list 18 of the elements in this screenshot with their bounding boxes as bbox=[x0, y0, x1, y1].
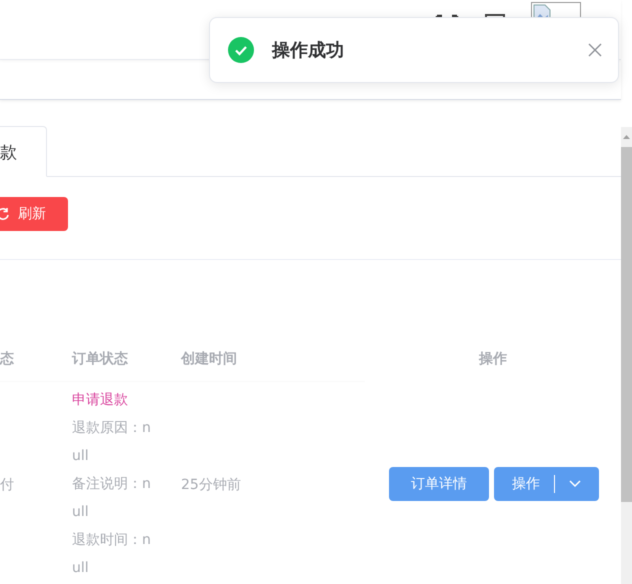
table-cell: 付 bbox=[0, 477, 14, 493]
table-cell-text: 备注说明：null bbox=[72, 475, 152, 522]
column-header: 订单状态 bbox=[72, 351, 128, 367]
chevron-down-icon bbox=[569, 480, 581, 488]
close-icon[interactable] bbox=[588, 43, 602, 57]
table-cell: 25分钟前 bbox=[181, 477, 241, 493]
column-header: 创建时间 bbox=[181, 351, 237, 367]
refresh-icon bbox=[0, 207, 10, 221]
scrollbar[interactable] bbox=[621, 127, 632, 584]
order-detail-button[interactable]: 订单详情 bbox=[389, 467, 489, 501]
table-cell-text: 退款原因：null bbox=[72, 419, 152, 466]
column-header: 操作 bbox=[479, 351, 507, 367]
table-cell-text: 退款时间：null bbox=[72, 531, 152, 578]
toast-message: 操作成功 bbox=[272, 39, 345, 62]
order-status: 申请退款 bbox=[72, 391, 129, 410]
tab[interactable]: 款 bbox=[0, 126, 47, 177]
actions-dropdown-button[interactable]: 操作 bbox=[494, 467, 599, 501]
refresh-button[interactable]: 刷新 bbox=[0, 197, 68, 231]
